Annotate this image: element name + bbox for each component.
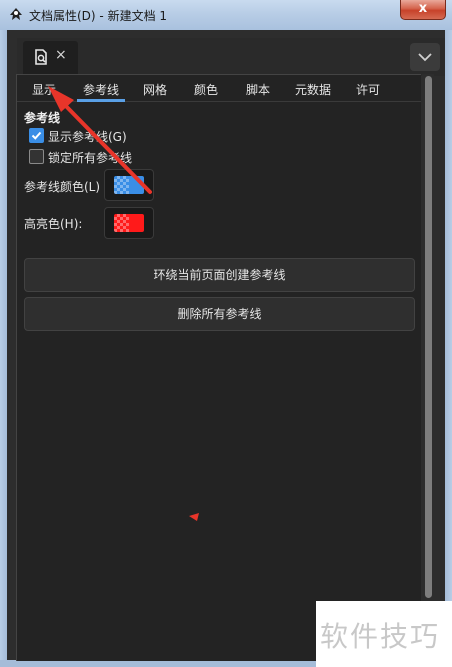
tab-display[interactable]: 显示 xyxy=(32,81,56,98)
tab-license[interactable]: 许可 xyxy=(356,81,380,98)
window-frame-left xyxy=(0,30,7,667)
tab-grids[interactable]: 网格 xyxy=(143,81,167,98)
highlight-color-label: 高亮色(H): xyxy=(24,217,83,231)
watermark-box: 软件技巧 xyxy=(316,601,452,667)
close-tab-icon[interactable]: × xyxy=(55,47,67,63)
document-properties-icon xyxy=(35,49,47,65)
checkmark-icon xyxy=(31,131,42,140)
dialog-menu-button[interactable] xyxy=(410,43,440,71)
document-properties-panel: 显示 参考线 网格 颜色 脚本 元数据 许可 参考线 显示参考线(G) 锁定所有… xyxy=(16,74,421,661)
watermark-text: 软件技巧 xyxy=(320,620,441,653)
properties-tab-strip: 显示 参考线 网格 颜色 脚本 元数据 许可 xyxy=(17,75,421,102)
guide-color-alpha-preview xyxy=(114,176,129,194)
show-guides-checkbox[interactable] xyxy=(29,128,44,143)
create-guides-around-page-button[interactable]: 环绕当前页面创建参考线 xyxy=(24,258,415,292)
guide-color-swatch xyxy=(114,176,144,194)
tab-scripting[interactable]: 脚本 xyxy=(246,81,270,98)
guide-color-button[interactable] xyxy=(104,169,154,201)
window-title: 文档属性(D) - 新建文档 1 xyxy=(29,9,168,23)
dialog-tab-bar: × xyxy=(17,38,445,76)
tab-guides[interactable]: 参考线 xyxy=(76,81,126,102)
guide-color-solid-preview xyxy=(129,176,144,194)
lock-guides-label: 锁定所有参考线 xyxy=(48,151,133,165)
window-frame-right xyxy=(445,30,452,667)
highlight-color-swatch xyxy=(114,214,144,232)
window-close-button[interactable]: x xyxy=(400,0,446,20)
guides-section-title: 参考线 xyxy=(24,111,61,125)
show-guides-label: 显示参考线(G) xyxy=(48,130,127,144)
chevron-down-icon xyxy=(418,53,432,62)
window-titlebar[interactable]: 文档属性(D) - 新建文档 1 x xyxy=(0,0,452,31)
highlight-color-button[interactable] xyxy=(104,207,154,239)
lock-guides-checkbox[interactable] xyxy=(29,149,44,164)
highlight-color-alpha-preview xyxy=(114,214,129,232)
guide-color-label: 参考线颜色(L) xyxy=(24,180,101,194)
highlight-color-solid-preview xyxy=(129,214,144,232)
tab-color[interactable]: 颜色 xyxy=(194,81,218,98)
inkscape-app-icon xyxy=(10,8,22,20)
delete-all-guides-button[interactable]: 删除所有参考线 xyxy=(24,297,415,331)
panel-scrollbar-thumb[interactable] xyxy=(425,76,432,598)
document-properties-dialog-tab[interactable]: × xyxy=(23,41,78,76)
tab-metadata[interactable]: 元数据 xyxy=(295,81,331,98)
